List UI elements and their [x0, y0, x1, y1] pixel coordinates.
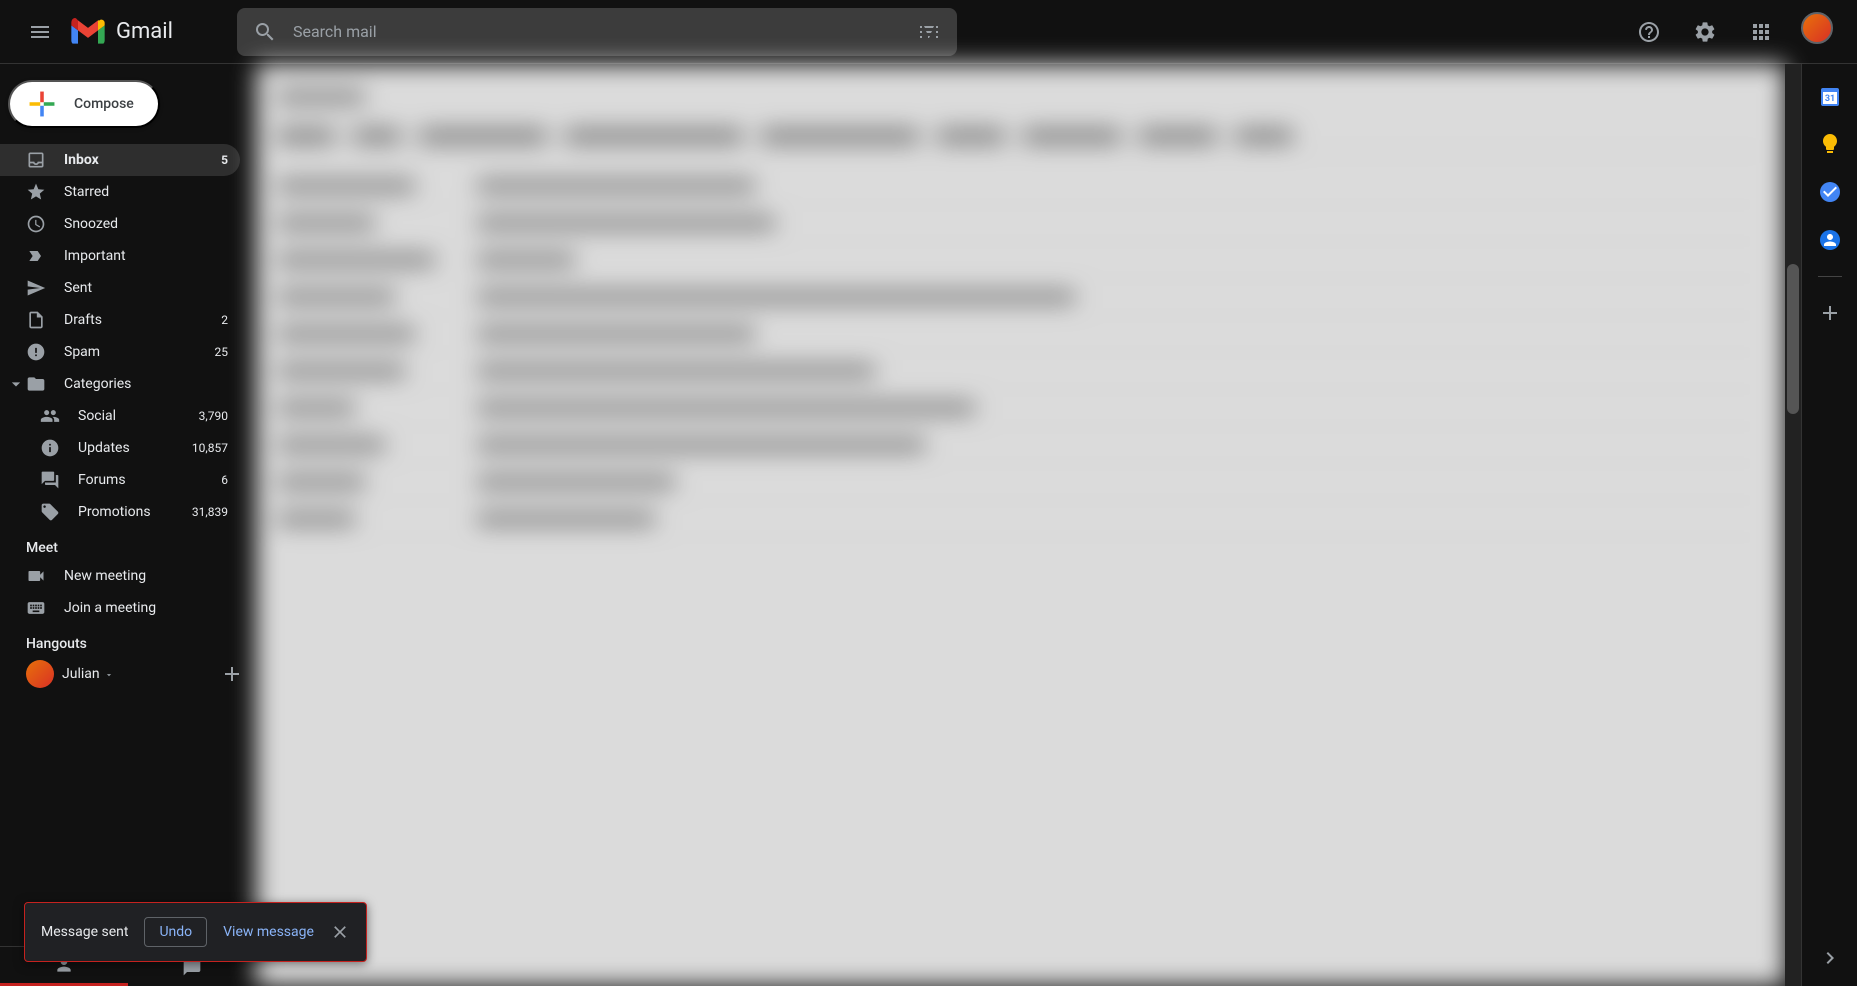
settings-icon[interactable] [1681, 8, 1729, 56]
user-name-label: Julian [62, 666, 100, 682]
nav-spam-count: 25 [215, 345, 229, 359]
scrollbar[interactable] [1785, 64, 1801, 986]
nav-promotions[interactable]: Promotions 31,839 [0, 496, 240, 528]
dropdown-arrow-icon [104, 665, 114, 684]
nav-inbox[interactable]: Inbox 5 [0, 144, 240, 176]
nav-important[interactable]: Important [0, 240, 240, 272]
scrollbar-thumb[interactable] [1787, 264, 1799, 414]
meet-new-label: New meeting [64, 568, 146, 584]
keep-icon[interactable] [1818, 132, 1842, 156]
right-panel: 31 [1801, 64, 1857, 986]
important-icon [26, 246, 46, 266]
toast-message-sent: Message sent Undo View message [24, 902, 367, 962]
nav-spam-label: Spam [64, 344, 215, 360]
chevron-right-icon[interactable] [1818, 946, 1842, 970]
nav-starred-label: Starred [64, 184, 228, 200]
nav-updates[interactable]: Updates 10,857 [0, 432, 240, 464]
toast-message-text: Message sent [41, 924, 128, 940]
nav-starred[interactable]: Starred [0, 176, 240, 208]
close-icon[interactable] [330, 922, 350, 942]
account-avatar[interactable] [1801, 12, 1841, 52]
drafts-icon [26, 310, 46, 330]
categories-icon [26, 374, 46, 394]
calendar-icon[interactable]: 31 [1818, 84, 1842, 108]
main-menu-icon[interactable] [16, 8, 64, 56]
nav-promotions-label: Promotions [78, 504, 192, 520]
add-addon-icon[interactable] [1818, 301, 1842, 325]
sidebar: Compose Inbox 5 Starred Snoozed Importan… [0, 64, 256, 986]
header-right [1625, 8, 1841, 56]
nav-inbox-count: 5 [221, 153, 228, 167]
sent-icon [26, 278, 46, 298]
video-icon [26, 566, 46, 586]
nav-forums-count: 6 [221, 473, 228, 487]
nav-social-label: Social [78, 408, 199, 424]
nav-social[interactable]: Social 3,790 [0, 400, 240, 432]
header: Gmail [0, 0, 1857, 64]
toast-view-button[interactable]: View message [223, 924, 314, 940]
contacts-icon[interactable] [1818, 228, 1842, 252]
chevron-down-icon [6, 374, 26, 394]
nav-promotions-count: 31,839 [192, 505, 228, 519]
divider [1818, 276, 1842, 277]
nav-drafts[interactable]: Drafts 2 [0, 304, 240, 336]
gmail-logo-icon [68, 12, 108, 52]
nav-sent-label: Sent [64, 280, 228, 296]
updates-icon [40, 438, 60, 458]
nav-updates-count: 10,857 [192, 441, 228, 455]
meet-header: Meet [0, 528, 256, 560]
apps-icon[interactable] [1737, 8, 1785, 56]
star-icon [26, 182, 46, 202]
nav-forums-label: Forums [78, 472, 221, 488]
nav-inbox-label: Inbox [64, 152, 221, 168]
nav-important-label: Important [64, 248, 228, 264]
inbox-icon [26, 150, 46, 170]
snooze-icon [26, 214, 46, 234]
add-person-icon[interactable] [220, 662, 244, 686]
search-options-icon[interactable] [917, 20, 941, 44]
main-content [256, 64, 1801, 986]
gmail-logo[interactable]: Gmail [68, 12, 173, 52]
nav-categories[interactable]: Categories [0, 368, 240, 400]
search-container [237, 8, 957, 56]
keyboard-icon [26, 598, 46, 618]
support-icon[interactable] [1625, 8, 1673, 56]
svg-text:31: 31 [1824, 94, 1834, 104]
hangouts-user[interactable]: Julian [0, 656, 256, 692]
nav-categories-label: Categories [64, 376, 228, 392]
meet-new[interactable]: New meeting [0, 560, 256, 592]
search-input[interactable] [277, 22, 917, 41]
search-bar [237, 8, 957, 56]
meet-join[interactable]: Join a meeting [0, 592, 256, 624]
social-icon [40, 406, 60, 426]
forums-icon [40, 470, 60, 490]
promotions-icon [40, 502, 60, 522]
compose-button-label: Compose [74, 96, 134, 112]
compose-plus-icon [26, 88, 58, 120]
nav-social-count: 3,790 [199, 409, 228, 423]
nav-snoozed-label: Snoozed [64, 216, 228, 232]
nav-list: Inbox 5 Starred Snoozed Important Sent D… [0, 144, 256, 528]
toast-undo-button[interactable]: Undo [144, 917, 207, 947]
nav-drafts-count: 2 [221, 313, 228, 327]
nav-spam[interactable]: Spam 25 [0, 336, 240, 368]
nav-drafts-label: Drafts [64, 312, 221, 328]
user-avatar [26, 660, 54, 688]
search-icon[interactable] [253, 20, 277, 44]
tasks-icon[interactable] [1818, 180, 1842, 204]
gmail-logo-text: Gmail [116, 19, 173, 44]
nav-updates-label: Updates [78, 440, 192, 456]
hangouts-header: Hangouts [0, 624, 256, 656]
spam-icon [26, 342, 46, 362]
nav-forums[interactable]: Forums 6 [0, 464, 240, 496]
nav-snoozed[interactable]: Snoozed [0, 208, 240, 240]
nav-sent[interactable]: Sent [0, 272, 240, 304]
compose-button[interactable]: Compose [8, 80, 160, 128]
meet-join-label: Join a meeting [64, 600, 156, 616]
